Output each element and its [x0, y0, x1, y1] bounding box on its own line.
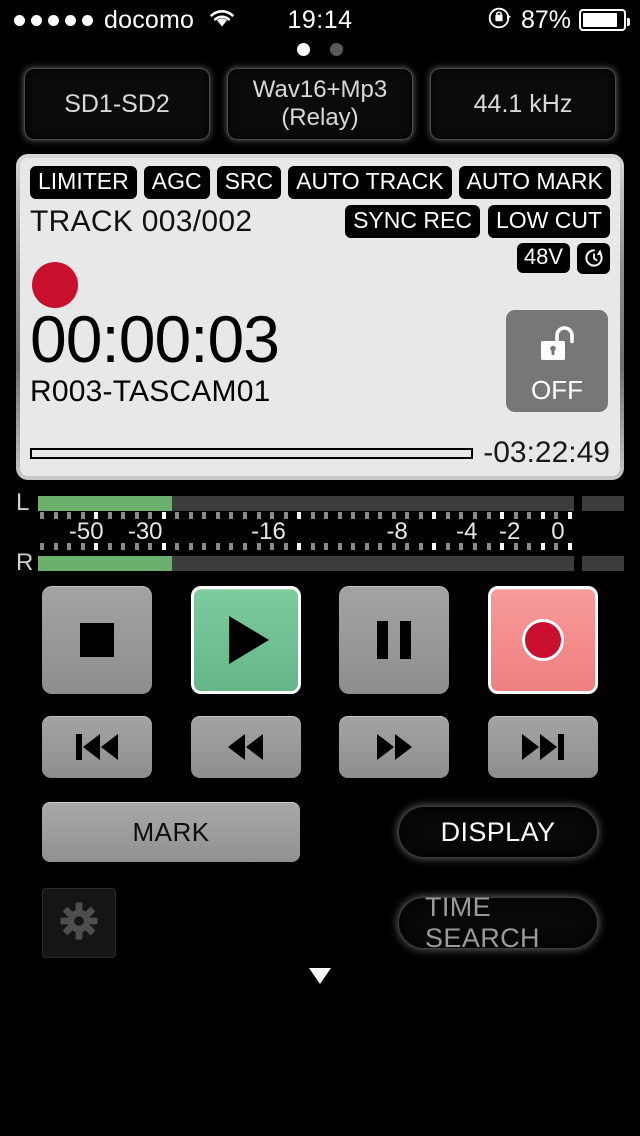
play-icon [228, 616, 269, 664]
meter-scale: -50 -30 -16 -8 -4 -2 0 [38, 512, 624, 550]
status-bar: docomo 19:14 87% [0, 0, 640, 40]
scale-label-1: -30 [127, 518, 163, 545]
pause-icon [377, 621, 412, 659]
scale-label-5: -2 [499, 518, 521, 545]
rotation-lock-icon [487, 5, 513, 36]
badge-auto-mark[interactable]: AUTO MARK [458, 166, 611, 199]
play-button[interactable] [190, 586, 301, 694]
lcd-track-row-right: SYNC REC LOW CUT [345, 204, 610, 238]
mark-display-row: MARK DISPLAY [0, 778, 640, 862]
lcd-status-row: 48V [30, 242, 610, 277]
meter-fill-left [38, 495, 172, 511]
wifi-icon [207, 7, 237, 34]
samplerate-selector-label: 44.1 kHz [473, 89, 573, 118]
meter-row-left: L [16, 489, 624, 516]
meter-scale-labels: -50 -30 -16 -8 -4 -2 0 [38, 518, 574, 547]
next-track-button[interactable] [487, 716, 598, 778]
format-selector-line2: (Relay) [281, 104, 359, 131]
card-selector-label: SD1-SD2 [64, 89, 170, 118]
badge-src[interactable]: SRC [216, 166, 282, 199]
signal-strength-icon [14, 14, 93, 26]
stop-icon [80, 623, 114, 657]
lcd-track-row: TRACK 003/002 SYNC REC LOW CUT [30, 204, 610, 239]
meter-label-right: R [16, 549, 34, 576]
skip-previous-icon [76, 734, 118, 760]
badge-auto-track[interactable]: AUTO TRACK [288, 166, 452, 199]
badge-low-cut[interactable]: LOW CUT [487, 204, 610, 238]
samplerate-selector-button[interactable]: 44.1 kHz [430, 68, 616, 140]
badge-phantom-48v[interactable]: 48V [516, 243, 570, 274]
skip-controls [0, 694, 640, 778]
unlock-icon [531, 319, 583, 374]
battery-percentage: 87% [520, 5, 571, 34]
lcd-panel-frame: LIMITER AGC SRC AUTO TRACK AUTO MARK TRA… [16, 154, 624, 480]
time-search-button[interactable]: TIME SEARCH [398, 892, 598, 953]
badge-limiter[interactable]: LIMITER [30, 166, 137, 199]
key-lock-state-label: OFF [531, 375, 583, 405]
elapsed-time: 00:00:03 [30, 302, 280, 376]
mark-button-label: MARK [132, 816, 210, 847]
status-bar-left: docomo [14, 6, 237, 35]
carrier-name: docomo [104, 5, 195, 34]
chevron-down-icon[interactable] [309, 968, 331, 984]
record-icon [521, 619, 564, 661]
meter-peak-right [582, 555, 624, 571]
stop-button[interactable] [42, 586, 152, 694]
top-selector-row: SD1-SD2 Wav16+Mp3 (Relay) 44.1 kHz [0, 60, 640, 140]
meter-bar-right [38, 555, 574, 571]
meter-bar-left [38, 495, 574, 511]
page-indicator[interactable] [0, 38, 640, 60]
page-dot-1[interactable] [297, 42, 310, 56]
track-counter-label: TRACK 003/002 [30, 204, 253, 238]
rewind-icon [228, 734, 264, 760]
scale-label-6: 0 [551, 518, 565, 545]
file-name-label: R003-TASCAM01 [30, 375, 271, 409]
display-button-label: DISPLAY [440, 816, 556, 847]
format-selector-button[interactable]: Wav16+Mp3 (Relay) [227, 68, 413, 140]
badge-agc[interactable]: AGC [143, 166, 210, 199]
record-button[interactable] [487, 586, 598, 694]
lcd-time-block: 00:00:03 R003-TASCAM01 [30, 302, 280, 409]
lcd-bottom-row: -03:22:49 [30, 436, 610, 470]
transport-controls [0, 572, 640, 694]
meter-peak-left [582, 495, 624, 511]
remaining-time: -03:22:49 [483, 436, 610, 469]
lcd-badge-row: LIMITER AGC SRC AUTO TRACK AUTO MARK [30, 166, 611, 199]
page-dot-2[interactable] [330, 42, 343, 56]
skip-next-icon [521, 734, 564, 760]
rewind-button[interactable] [190, 716, 301, 778]
scale-label-3: -8 [386, 518, 408, 545]
badge-sync-rec[interactable]: SYNC REC [345, 204, 480, 238]
lcd-display[interactable]: LIMITER AGC SRC AUTO TRACK AUTO MARK TRA… [20, 158, 620, 476]
lcd-status-row-right: 48V [516, 242, 610, 274]
pause-button[interactable] [339, 586, 450, 694]
format-selector-line1: Wav16+Mp3 [252, 76, 388, 104]
meter-row-right: R [16, 549, 624, 576]
gear-icon [57, 899, 101, 948]
playback-progress-bar[interactable] [30, 447, 474, 459]
settings-button[interactable] [42, 888, 116, 958]
status-bar-right: 87% [487, 5, 630, 36]
meter-ticks-top [38, 512, 574, 519]
previous-track-button[interactable] [42, 716, 152, 778]
meter-fill-right [38, 555, 172, 571]
card-selector-button[interactable]: SD1-SD2 [24, 68, 210, 140]
scale-label-4: -4 [456, 518, 478, 545]
format-selector-label: Wav16+Mp3 (Relay) [253, 76, 388, 131]
timer-icon[interactable] [577, 242, 610, 274]
scale-label-2: -16 [251, 518, 286, 545]
fast-forward-icon [376, 734, 412, 760]
time-search-button-label: TIME SEARCH [425, 892, 540, 953]
key-lock-button[interactable]: OFF [506, 310, 608, 412]
display-button[interactable]: DISPLAY [398, 806, 598, 858]
meter-label-left: L [16, 489, 30, 516]
battery-icon [579, 9, 630, 31]
level-meters: L -50 -30 -16 -8 -4 -2 0 R [16, 489, 624, 576]
fast-forward-button[interactable] [339, 716, 450, 778]
settings-timesearch-row: TIME SEARCH [0, 862, 640, 984]
scale-label-0: -50 [68, 518, 104, 545]
mark-button[interactable]: MARK [42, 802, 300, 862]
